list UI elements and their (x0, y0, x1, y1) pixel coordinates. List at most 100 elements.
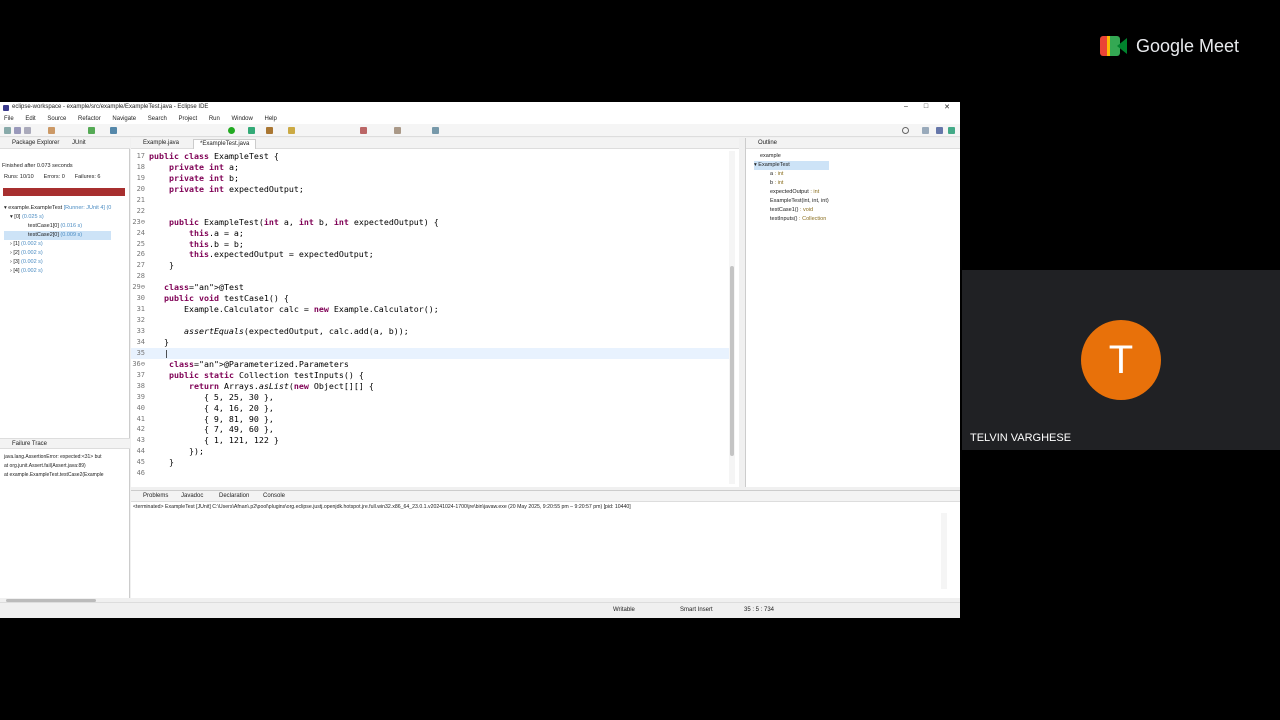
trace-line[interactable]: java.lang.AssertionError: expected:<31> … (4, 453, 104, 462)
code-line[interactable]: 33 assertEquals(expectedOutput, calc.add… (131, 326, 731, 337)
outline-item[interactable]: testInputs() : Collection (754, 215, 829, 224)
back-icon[interactable] (394, 127, 401, 134)
line-number: 42 (136, 425, 145, 434)
code-line[interactable]: 36⊖ class="an">@Parameterized.Parameters (131, 359, 731, 370)
menu-navigate[interactable]: Navigate (112, 114, 136, 124)
trace-line[interactable]: at org.junit.Assert.fail(Assert.java:89) (4, 462, 104, 471)
code-line[interactable]: 28 (131, 271, 731, 282)
code-line[interactable]: 43 { 1, 121, 122 } (131, 435, 731, 446)
code-line[interactable]: 27 } (131, 260, 731, 271)
code-line[interactable]: 20 private int expectedOutput; (131, 184, 731, 195)
outline-item[interactable]: example (754, 152, 829, 161)
next-annotation-icon[interactable] (360, 127, 367, 134)
menu-run[interactable]: Run (209, 114, 220, 124)
line-text: public static Collection testInputs() { (168, 369, 364, 380)
perspective-icon[interactable] (922, 127, 929, 134)
tab-console[interactable]: Console (263, 493, 285, 499)
code-line[interactable]: 24 this.a = a; (131, 228, 731, 239)
menu-edit[interactable]: Edit (25, 114, 35, 124)
tree-item[interactable]: › [4] (0.002 s) (4, 267, 111, 276)
menu-search[interactable]: Search (148, 114, 167, 124)
build-icon[interactable] (48, 127, 55, 134)
outline-title[interactable]: Outline (758, 140, 777, 146)
menu-bar: File Edit Source Refactor Navigate Searc… (0, 114, 960, 124)
coverage-icon[interactable] (110, 127, 117, 134)
line-number: 20 (136, 184, 145, 193)
line-text: public void testCase1() { (164, 293, 289, 304)
tab-example-java[interactable]: Example.java (137, 139, 185, 149)
tree-item[interactable]: testCase1[0] (0.016 s) (4, 222, 111, 231)
open-type-icon[interactable] (288, 127, 295, 134)
save-icon[interactable] (14, 127, 21, 134)
java-perspective-icon[interactable] (936, 127, 943, 134)
menu-window[interactable]: Window (232, 114, 253, 124)
new-java-project-icon[interactable] (266, 127, 273, 134)
code-line[interactable]: 30 public void testCase1() { (131, 293, 731, 304)
save-all-icon[interactable] (24, 127, 31, 134)
run-icon[interactable] (228, 127, 235, 134)
code-line[interactable]: 18 private int a; (131, 162, 731, 173)
code-area[interactable]: 17 public class ExampleTest {18 private i… (131, 151, 731, 479)
outline-item[interactable]: expectedOutput : int (754, 188, 829, 197)
code-line[interactable]: 25 this.b = b; (131, 239, 731, 250)
close-button[interactable]: ✕ (944, 103, 950, 111)
code-line[interactable]: 44 }); (131, 446, 731, 457)
tree-item[interactable]: › [1] (0.002 s) (4, 240, 111, 249)
menu-refactor[interactable]: Refactor (78, 114, 101, 124)
code-line[interactable]: 19 private int b; (131, 173, 731, 184)
outline-item[interactable]: b : int (754, 179, 829, 188)
console-scrollbar[interactable] (941, 513, 947, 589)
line-text: Example.Calculator calc = new Example.Ca… (149, 304, 439, 315)
maximize-button[interactable]: □ (924, 103, 928, 111)
code-line[interactable]: 17 public class ExampleTest { (131, 151, 731, 162)
code-line[interactable]: 31 Example.Calculator calc = new Example… (131, 304, 731, 315)
code-line[interactable]: 22 (131, 206, 731, 217)
trace-line[interactable]: at example.ExampleTest.testCase2(Example (4, 471, 104, 480)
line-text: public ExampleTest(int a, int b, int exp… (168, 216, 439, 227)
minimize-button[interactable]: – (904, 103, 908, 111)
search-icon[interactable] (902, 127, 909, 134)
editor-scrollbar[interactable] (729, 151, 735, 484)
outline-item-selected[interactable]: ▾ ExampleTest (754, 161, 829, 170)
debug-perspective-icon[interactable] (948, 127, 955, 134)
code-line[interactable]: 37 public static Collection testInputs()… (131, 370, 731, 381)
run-external-icon[interactable] (248, 127, 255, 134)
tree-item[interactable]: › [2] (0.002 s) (4, 249, 111, 258)
code-line[interactable]: 45 } (131, 457, 731, 468)
code-line[interactable]: 42 { 7, 49, 60 }, (131, 424, 731, 435)
menu-project[interactable]: Project (178, 114, 197, 124)
code-line[interactable]: 40 { 4, 16, 20 }, (131, 403, 731, 414)
code-line[interactable]: 46 (131, 468, 731, 479)
tab-declaration[interactable]: Declaration (219, 493, 249, 499)
tab-junit[interactable]: JUnit (72, 140, 86, 146)
pin-editor-icon[interactable] (432, 127, 439, 134)
code-line[interactable]: 29⊖ class="an">@Test (131, 282, 731, 293)
outline-item[interactable]: a : int (754, 170, 829, 179)
line-text: { 4, 16, 20 }, (149, 402, 274, 413)
outline-item[interactable]: ExampleTest(int, int, int) (754, 197, 829, 206)
code-line[interactable]: 41 { 9, 81, 90 }, (131, 414, 731, 425)
tree-item-selected[interactable]: testCase2[0] (0.009 s) (4, 231, 112, 240)
menu-file[interactable]: File (4, 114, 14, 124)
outline-item[interactable]: testCase1() : void (754, 206, 829, 215)
tab-package-explorer[interactable]: Package Explorer (12, 140, 59, 146)
code-line[interactable]: 38 return Arrays.asList(new Object[][] { (131, 381, 731, 392)
code-line[interactable]: 34 } (131, 337, 731, 348)
code-line[interactable]: 21 (131, 195, 731, 206)
tab-javadoc[interactable]: Javadoc (181, 493, 203, 499)
menu-help[interactable]: Help (265, 114, 277, 124)
code-line[interactable]: 23⊖ public ExampleTest(int a, int b, int… (131, 217, 731, 228)
scroll-thumb[interactable] (730, 266, 734, 456)
menu-source[interactable]: Source (47, 114, 66, 124)
code-line[interactable]: 26 this.expectedOutput = expectedOutput; (131, 249, 731, 260)
tab-exampletest-java[interactable]: *ExampleTest.java (193, 139, 257, 149)
code-line[interactable]: 39 { 5, 25, 30 }, (131, 392, 731, 403)
code-line[interactable]: 32 (131, 315, 731, 326)
tree-item[interactable]: ▾ [0] (0.025 s) (4, 213, 111, 222)
debug-icon[interactable] (88, 127, 95, 134)
tab-problems[interactable]: Problems (143, 493, 168, 499)
new-icon[interactable] (4, 127, 11, 134)
code-line[interactable]: 35 | (131, 347, 731, 359)
tree-item[interactable]: › [3] (0.002 s) (4, 258, 111, 267)
tree-item[interactable]: ▾ example.ExampleTest [Runner: JUnit 4] … (4, 204, 111, 213)
